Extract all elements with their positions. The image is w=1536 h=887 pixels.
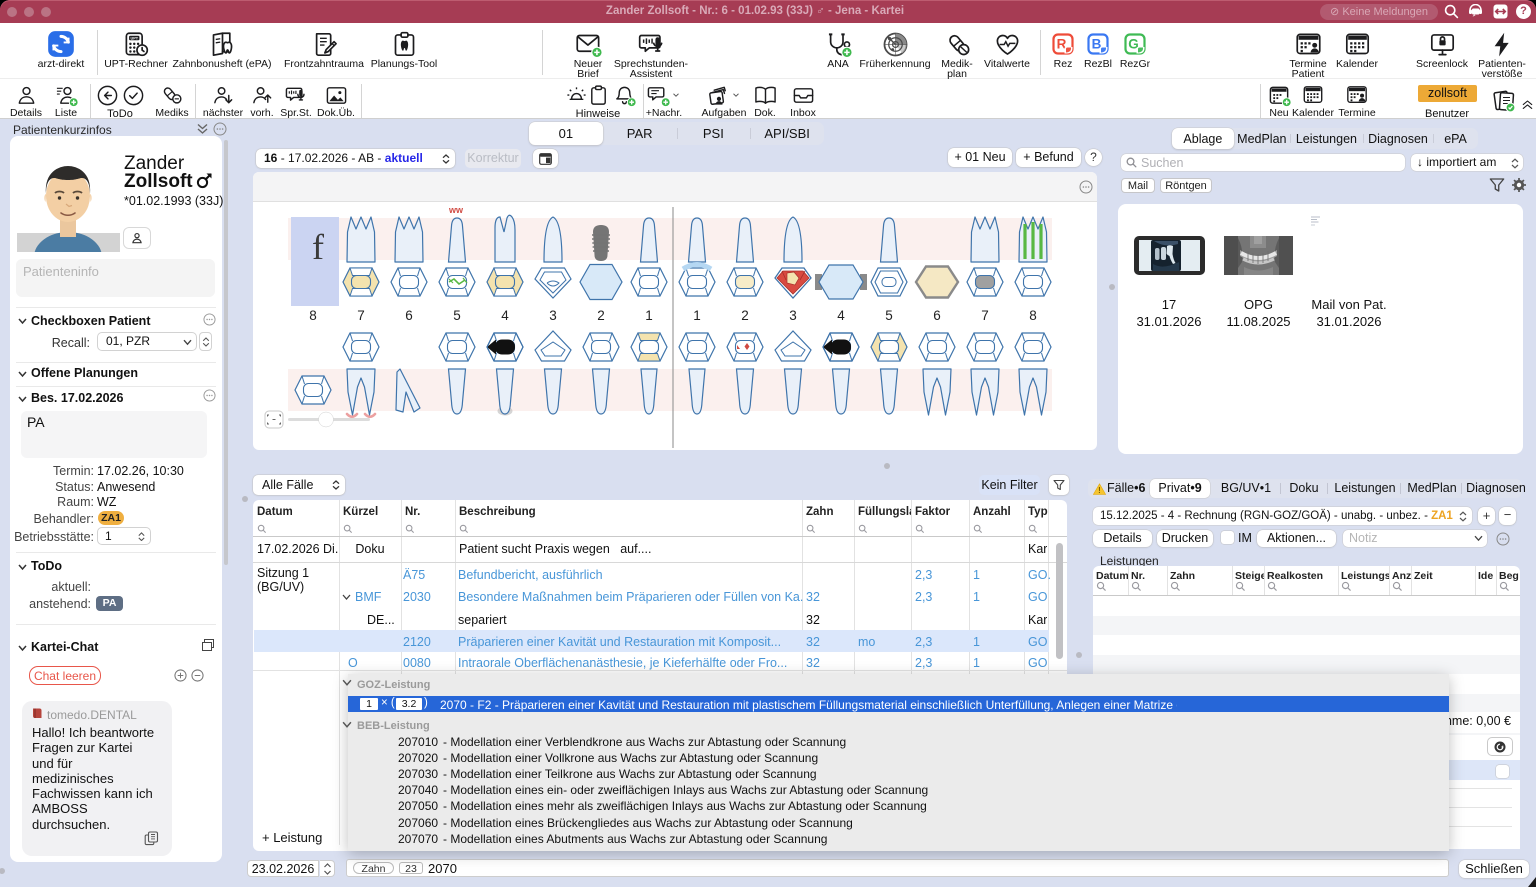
svg-text:ww: ww xyxy=(448,205,464,215)
svg-text:8: 8 xyxy=(309,308,317,323)
svg-text:7: 7 xyxy=(357,308,365,323)
svg-text:6: 6 xyxy=(933,308,941,323)
svg-text:7: 7 xyxy=(981,308,989,323)
svg-text:4: 4 xyxy=(837,308,845,323)
svg-text:4: 4 xyxy=(501,308,509,323)
svg-text:2: 2 xyxy=(597,308,605,323)
svg-text:UPT: UPT xyxy=(130,36,138,40)
svg-text:3: 3 xyxy=(789,308,797,323)
svg-text:6: 6 xyxy=(405,308,413,323)
svg-text:8: 8 xyxy=(1029,308,1037,323)
svg-text:5: 5 xyxy=(453,308,461,323)
svg-text:!: ! xyxy=(1098,485,1101,494)
svg-text:1: 1 xyxy=(693,308,701,323)
svg-text:1: 1 xyxy=(645,308,653,323)
svg-text:2: 2 xyxy=(741,308,749,323)
svg-text:5: 5 xyxy=(885,308,893,323)
svg-text:f: f xyxy=(312,227,324,267)
svg-text:3: 3 xyxy=(549,308,557,323)
